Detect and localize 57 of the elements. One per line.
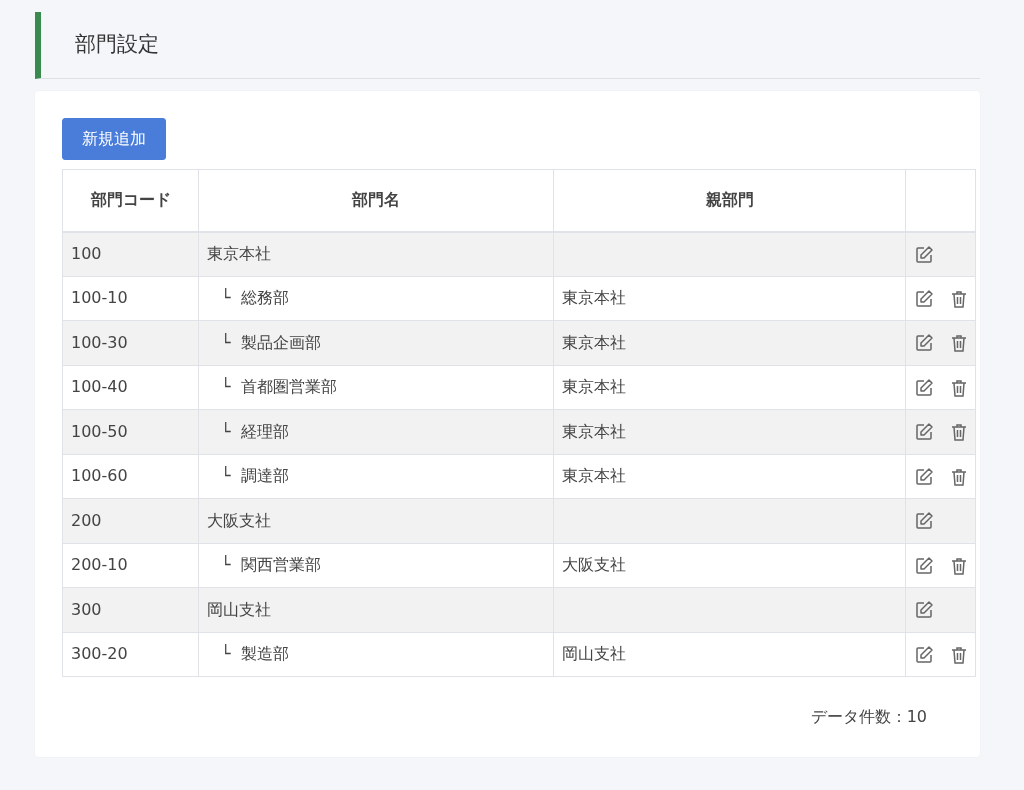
tree-branch-icon: └ bbox=[207, 642, 241, 667]
edit-icon[interactable] bbox=[914, 644, 934, 665]
column-header: 部門名 bbox=[198, 169, 554, 232]
column-header: 親部門 bbox=[553, 169, 906, 232]
record-count: データ件数：10 bbox=[810, 707, 927, 726]
department-name: 総務部 bbox=[241, 288, 289, 308]
tree-branch-icon: └ bbox=[207, 330, 241, 355]
add-button[interactable]: 新規追加 bbox=[62, 118, 166, 160]
edit-icon[interactable] bbox=[914, 244, 934, 265]
department-name: 製品企画部 bbox=[241, 332, 321, 352]
tree-branch-icon: └ bbox=[207, 464, 241, 489]
tree-branch-icon: └ bbox=[207, 553, 241, 578]
trash-icon[interactable] bbox=[949, 555, 969, 576]
table-cell: 東京本社 bbox=[553, 409, 906, 454]
edit-icon[interactable] bbox=[914, 600, 934, 621]
table-cell: 100-40 bbox=[62, 365, 199, 410]
table-cell: 200-10 bbox=[62, 543, 199, 588]
department-name: 経理部 bbox=[241, 421, 289, 441]
trash-icon[interactable] bbox=[949, 644, 969, 665]
edit-icon[interactable] bbox=[914, 466, 934, 487]
table-cell: 東京本社 bbox=[553, 320, 906, 365]
column-header: 部門コード bbox=[62, 169, 199, 232]
edit-icon[interactable] bbox=[914, 288, 934, 309]
page-title: 部門設定 bbox=[75, 31, 159, 59]
tree-branch-icon: └ bbox=[207, 286, 241, 311]
department-name: 首都圏営業部 bbox=[241, 377, 337, 397]
tree-branch-icon: └ bbox=[207, 419, 241, 444]
table-cell: 岡山支社 bbox=[553, 632, 906, 677]
edit-icon[interactable] bbox=[914, 333, 934, 354]
table-cell: 200 bbox=[62, 498, 199, 543]
table-cell: 300 bbox=[62, 587, 199, 632]
table-cell: 東京本社 bbox=[553, 365, 906, 410]
table-cell: 100-60 bbox=[62, 454, 199, 499]
trash-icon[interactable] bbox=[949, 422, 969, 443]
department-name: 東京本社 bbox=[207, 244, 271, 263]
trash-icon[interactable] bbox=[949, 466, 969, 487]
trash-icon[interactable] bbox=[949, 377, 969, 398]
table-cell: 100-10 bbox=[62, 276, 199, 321]
department-name: 調達部 bbox=[241, 466, 289, 486]
department-name: 関西営業部 bbox=[241, 555, 321, 575]
trash-icon[interactable] bbox=[949, 288, 969, 309]
trash-icon[interactable] bbox=[949, 333, 969, 354]
table-cell: 100-30 bbox=[62, 320, 199, 365]
edit-icon[interactable] bbox=[914, 555, 934, 576]
edit-icon[interactable] bbox=[914, 377, 934, 398]
table-cell: 300-20 bbox=[62, 632, 199, 677]
department-name: 大阪支社 bbox=[207, 510, 271, 530]
table-cell: 100-50 bbox=[62, 409, 199, 454]
edit-icon[interactable] bbox=[914, 422, 934, 443]
table-cell: 東京本社 bbox=[553, 454, 906, 499]
table-cell: 東京本社 bbox=[553, 276, 906, 321]
table-cell: 大阪支社 bbox=[553, 543, 906, 588]
edit-icon[interactable] bbox=[914, 511, 934, 532]
department-name: 岡山支社 bbox=[207, 599, 271, 619]
table-cell: 100 bbox=[62, 231, 199, 276]
department-name: 製造部 bbox=[241, 644, 289, 664]
tree-branch-icon: └ bbox=[207, 375, 241, 400]
